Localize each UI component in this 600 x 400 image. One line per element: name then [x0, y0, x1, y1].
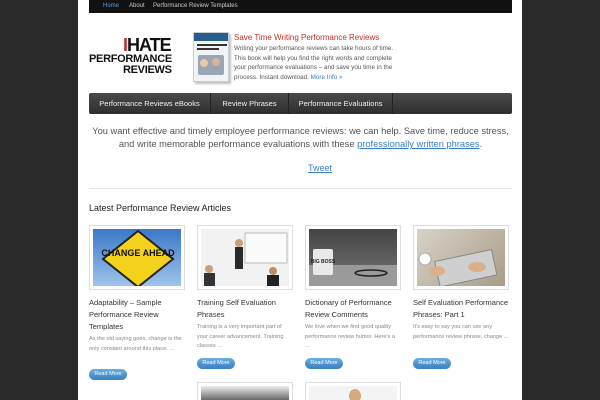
menu-item-performance-evaluations[interactable]: Performance Evaluations: [289, 93, 393, 114]
more-info-link[interactable]: More Info »: [311, 74, 343, 81]
section-divider: [89, 188, 512, 189]
nav-home-link[interactable]: Home: [103, 2, 119, 11]
read-more-button[interactable]: Read More: [197, 358, 235, 369]
professionally-written-phrases-link[interactable]: professionally written phrases: [357, 139, 479, 149]
intro-text: You want effective and timely employee p…: [92, 126, 509, 149]
promo-title[interactable]: Save Time Writing Performance Reviews: [234, 33, 379, 43]
svg-text:BIG BOSS: BIG BOSS: [311, 259, 336, 265]
laptop-typing-photo: [418, 248, 498, 286]
article-thumbnail[interactable]: CHANGE AHEAD: [89, 225, 185, 290]
article-title[interactable]: Self Evaluation Performance Phrases: Par…: [413, 297, 513, 321]
section-title: Latest Performance Review Articles: [89, 203, 232, 213]
top-nav-bar: Home About Performance Review Templates: [89, 0, 512, 13]
tweet-link[interactable]: Tweet: [300, 163, 340, 173]
promo-text: Writing your performance reviews can tak…: [234, 45, 394, 81]
article-title[interactable]: Dictionary of Performance Review Comment…: [305, 297, 405, 321]
nav-templates-link[interactable]: Performance Review Templates: [153, 2, 238, 11]
article-excerpt: We love when we find good quality perfor…: [305, 324, 395, 349]
article-thumbnail[interactable]: BIG BOSS: [305, 225, 401, 290]
article-thumbnail[interactable]: [197, 225, 293, 290]
svg-text:CHANGE AHEAD: CHANGE AHEAD: [101, 248, 175, 258]
article-excerpt: As the old saying goes, change is the on…: [89, 336, 182, 352]
logo-line3: REVIEWS: [123, 64, 172, 76]
read-more-button[interactable]: Read More: [89, 369, 127, 380]
article-thumbnail[interactable]: [413, 225, 509, 290]
menu-item-review-phrases[interactable]: Review Phrases: [211, 93, 289, 114]
article-excerpt: It's easy to say you can use any perform…: [413, 324, 509, 340]
change-ahead-sign-icon: CHANGE AHEAD: [101, 229, 175, 286]
menu-item-ebooks[interactable]: Performance Reviews eBooks: [89, 93, 211, 114]
article-thumbnail[interactable]: [305, 382, 401, 400]
article-title[interactable]: Training Self Evaluation Phrases: [197, 297, 297, 321]
read-more-button[interactable]: Read More: [305, 358, 343, 369]
nav-about-link[interactable]: About: [129, 2, 145, 11]
logo-line1: IHATE: [123, 35, 172, 55]
article-excerpt: Training is a very important part of you…: [197, 324, 284, 349]
read-more-button[interactable]: Read More: [413, 358, 451, 369]
big-boss-mug-photo: BIG BOSS: [309, 249, 397, 286]
training-meeting-photo: [204, 232, 288, 286]
ebook-cover-image[interactable]: [193, 32, 229, 82]
article-thumbnail[interactable]: [197, 382, 293, 400]
article-title[interactable]: Adaptability – Sample Performance Review…: [89, 297, 189, 333]
main-menu-bar: Performance Reviews eBooks Review Phrase…: [89, 93, 512, 114]
